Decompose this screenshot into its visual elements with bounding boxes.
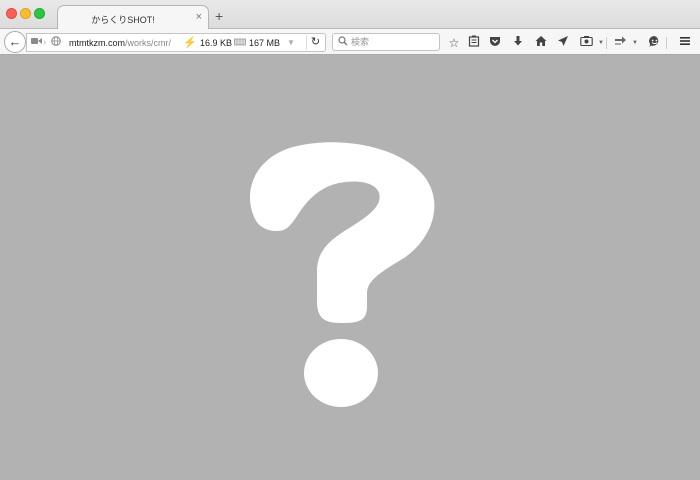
url-domain: mtmtkzm.com xyxy=(69,38,125,48)
dropdown-arrow-icon[interactable]: ▼ xyxy=(287,38,295,47)
tab-close-icon[interactable]: × xyxy=(196,10,202,24)
chevron-right-icon: › xyxy=(43,37,47,48)
reading-list-icon[interactable] xyxy=(466,35,482,51)
screenshot-icon[interactable] xyxy=(578,35,594,51)
search-bar[interactable] xyxy=(332,33,440,51)
pocket-icon[interactable] xyxy=(487,35,503,51)
smiley-icon[interactable] xyxy=(646,35,662,51)
window-maximize-button[interactable] xyxy=(34,8,45,19)
page-content xyxy=(0,56,700,480)
screenshot-dropdown-icon[interactable]: ▼ xyxy=(598,35,604,51)
url-path: /works/cmr/ xyxy=(125,38,171,48)
toolbar-separator xyxy=(666,37,667,49)
memory-label: 167 MB xyxy=(249,38,281,48)
download-icon[interactable] xyxy=(510,35,526,51)
hamburger-menu-icon[interactable] xyxy=(677,35,693,51)
search-input[interactable] xyxy=(351,35,437,49)
tab-title: からくりSHOT! xyxy=(91,15,155,25)
bolt-icon: ⚡ xyxy=(183,37,197,49)
navigation-toolbar: › mtmtkzm.com/works/cmr/ ⚡ 16.9 KB 167 M… xyxy=(0,29,700,55)
bookmark-star-icon[interactable]: ☆ xyxy=(446,35,462,51)
reload-icon[interactable]: ↻ xyxy=(306,35,324,50)
question-mark-icon xyxy=(250,142,435,407)
url-text[interactable]: mtmtkzm.com/works/cmr/ xyxy=(69,38,171,48)
window-close-button[interactable] xyxy=(6,8,17,19)
home-icon[interactable] xyxy=(533,35,549,51)
share-dropdown-icon[interactable]: ▼ xyxy=(632,35,638,51)
new-tab-button[interactable]: + xyxy=(215,9,223,23)
window-minimize-button[interactable] xyxy=(20,8,31,19)
memory-icon xyxy=(234,37,246,49)
toolbar-separator xyxy=(606,37,607,49)
browser-tab[interactable]: からくりSHOT! × xyxy=(57,5,209,30)
send-icon[interactable] xyxy=(555,35,571,51)
back-button[interactable]: ← xyxy=(4,31,26,53)
title-bar: からくりSHOT! × + xyxy=(0,0,700,30)
share-icon[interactable] xyxy=(612,35,628,51)
url-bar[interactable]: › mtmtkzm.com/works/cmr/ ⚡ 16.9 KB 167 M… xyxy=(26,33,326,52)
search-icon xyxy=(338,36,348,50)
page-size-label: 16.9 KB xyxy=(200,38,233,48)
video-icon[interactable] xyxy=(31,36,42,51)
globe-icon[interactable] xyxy=(51,36,61,51)
